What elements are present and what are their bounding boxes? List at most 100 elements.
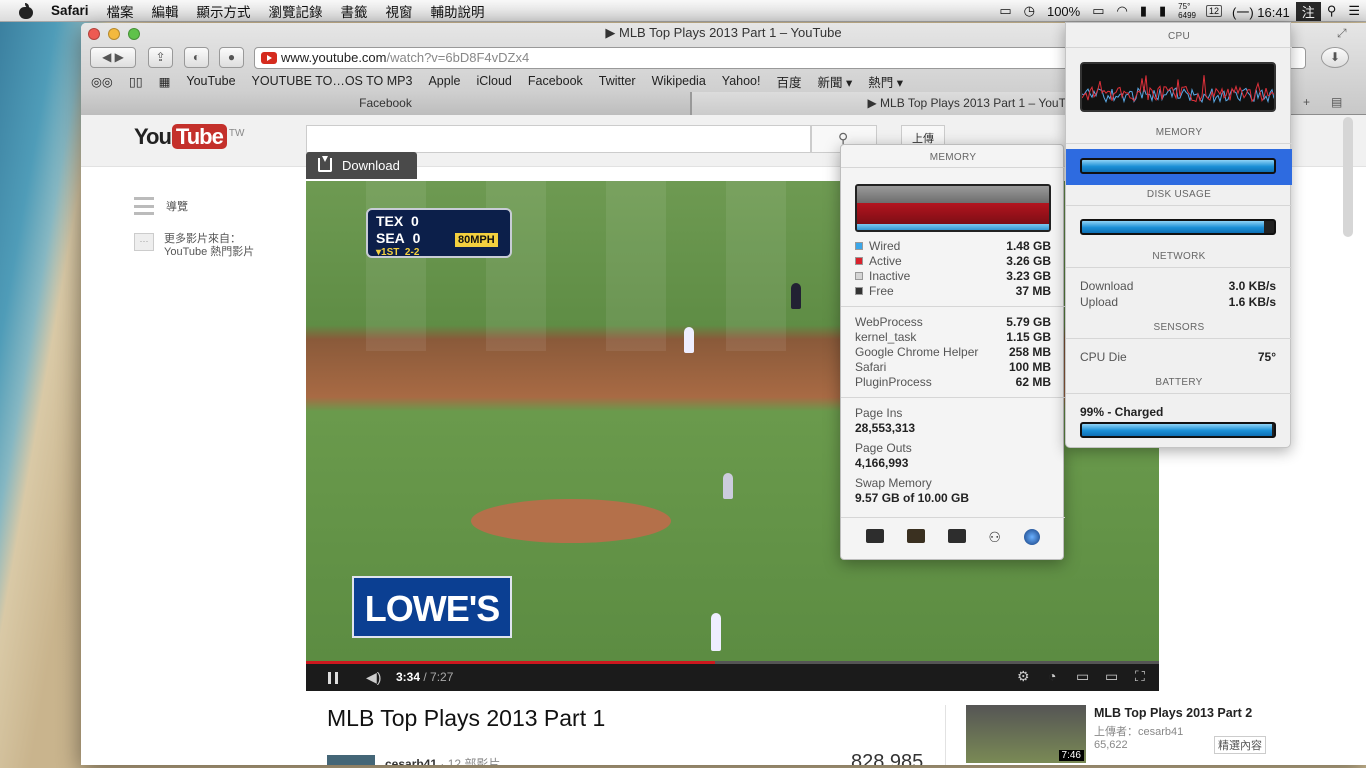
fullscreen-icon[interactable]: ⛶ bbox=[1135, 668, 1145, 685]
search-input[interactable] bbox=[306, 125, 811, 153]
download-button[interactable]: Download bbox=[306, 152, 417, 179]
istat-cpu-icon[interactable]: ▮ bbox=[1134, 3, 1153, 19]
page-outs-value: 4,166,993 bbox=[855, 456, 909, 470]
cpu-die-sensor: CPU Die 75° bbox=[1080, 350, 1276, 364]
reading-list-icon[interactable]: ◎◎ bbox=[81, 74, 121, 89]
bookmark-wikipedia[interactable]: Wikipedia bbox=[644, 74, 714, 88]
bookmark-folder-news[interactable]: 新聞 ▾ bbox=[810, 72, 861, 91]
channel-avatar[interactable] bbox=[327, 755, 375, 765]
bookmark-twitter[interactable]: Twitter bbox=[591, 74, 644, 88]
input-method-icon[interactable]: 注 bbox=[1295, 1, 1321, 21]
menu-edit[interactable]: 編輯 bbox=[143, 1, 188, 21]
battery-bar-fill bbox=[1082, 424, 1273, 436]
disk-header: DISK USAGE bbox=[1146, 189, 1212, 200]
menu-help[interactable]: 輔助說明 bbox=[422, 1, 494, 21]
volume-icon[interactable]: ◀) bbox=[366, 669, 381, 686]
theater-mode-icon[interactable]: ▭ bbox=[1105, 668, 1118, 685]
legend-inactive: Inactive 3.23 GB bbox=[855, 269, 1051, 284]
extension-icon[interactable]: ● bbox=[219, 47, 244, 68]
desktop-edge-text bbox=[1344, 120, 1366, 250]
new-tab-icon[interactable]: + bbox=[1303, 95, 1310, 109]
progress-bar[interactable] bbox=[306, 661, 1159, 664]
spotlight-icon[interactable]: ⚲ bbox=[1321, 3, 1343, 19]
watch-later-icon[interactable]: ◔ bbox=[1048, 668, 1056, 684]
related-thumbnail[interactable]: 7:46 bbox=[966, 705, 1086, 763]
related-title[interactable]: MLB Top Plays 2013 Part 2 bbox=[1094, 706, 1252, 720]
scorebug: TEX 0 SEA 0 80MPH ▾1ST 2-2 bbox=[366, 208, 512, 258]
youtube-favicon-icon bbox=[261, 52, 277, 64]
utility-icons: ⚇ bbox=[841, 529, 1065, 546]
menu-view[interactable]: 顯示方式 bbox=[188, 1, 260, 21]
page-ins-label: Page Ins bbox=[855, 406, 903, 420]
channel-link[interactable]: cesarb41 · 12 部影片 bbox=[385, 755, 500, 765]
process-row: PluginProcess 62 MB bbox=[855, 375, 1051, 389]
network-utility-icon[interactable] bbox=[1023, 529, 1040, 545]
system-info-icon[interactable]: ⚇ bbox=[988, 529, 1001, 546]
settings-gear-icon[interactable]: ⚙ bbox=[1017, 668, 1030, 685]
airplay-icon[interactable]: ▭ bbox=[993, 3, 1017, 19]
battery-percent[interactable]: 100% bbox=[1041, 4, 1086, 19]
guide-label: 導覽 bbox=[166, 201, 188, 213]
bookmarks-book-icon[interactable]: ▯▯ bbox=[121, 74, 151, 89]
clock[interactable]: (一) 16:41 bbox=[1226, 2, 1296, 21]
memory-bar bbox=[1080, 158, 1276, 174]
related-uploader: 上傳者：cesarb41 bbox=[1094, 726, 1184, 738]
istat-panel: CPU MEMORY DISK USAGE NETWORK Download 3.… bbox=[1065, 22, 1292, 448]
menu-file[interactable]: 檔案 bbox=[98, 1, 143, 21]
progress-fill bbox=[306, 661, 716, 664]
network-header: NETWORK bbox=[1152, 251, 1206, 262]
tab-facebook[interactable]: Facebook bbox=[81, 92, 691, 115]
bookmark-facebook[interactable]: Facebook bbox=[520, 74, 591, 88]
process-row: kernel_task 1.15 GB bbox=[855, 330, 1051, 344]
notification-center-icon[interactable]: ☰ bbox=[1342, 3, 1366, 19]
cpu-graph bbox=[1080, 62, 1276, 112]
menu-window[interactable]: 視窗 bbox=[377, 1, 422, 21]
bookmark-baidu[interactable]: 百度 bbox=[768, 72, 809, 91]
bookmark-youtube[interactable]: YouTube bbox=[178, 74, 243, 88]
network-download: Download 3.0 KB/s bbox=[1080, 279, 1276, 293]
fullscreen-icon[interactable]: ⤢ bbox=[1337, 26, 1347, 41]
reader-icon[interactable]: ◐ bbox=[184, 47, 209, 68]
disk-bar-fill bbox=[1082, 221, 1265, 233]
more-from-link[interactable]: ··· 更多影片來自： YouTube 熱門影片 bbox=[134, 233, 254, 259]
pause-icon[interactable] bbox=[328, 672, 338, 684]
top-sites-icon[interactable]: ▦ bbox=[151, 74, 179, 89]
download-label: Download bbox=[342, 158, 400, 173]
calendar-icon[interactable]: 12 bbox=[1205, 5, 1222, 17]
bookmark-apple[interactable]: Apple bbox=[420, 74, 468, 88]
more-from-label: 更多影片來自： YouTube 熱門影片 bbox=[164, 233, 255, 258]
guide-link[interactable]: 導覽 bbox=[134, 197, 188, 215]
related-views: 65,622 bbox=[1094, 739, 1128, 751]
wifi-icon[interactable]: ◠ bbox=[1111, 3, 1134, 19]
download-icon bbox=[318, 156, 332, 172]
sensors-header: SENSORS bbox=[1153, 322, 1205, 333]
process-row: Google Chrome Helper 258 MB bbox=[855, 345, 1051, 359]
small-player-icon[interactable]: ▭ bbox=[1076, 668, 1089, 685]
back-forward-button[interactable]: ◀ ▶ bbox=[90, 47, 136, 68]
disk-bar bbox=[1080, 219, 1276, 235]
apple-menu-icon[interactable] bbox=[18, 2, 34, 19]
more-icon: ··· bbox=[134, 233, 154, 251]
bookmark-folder-popular[interactable]: 熱門 ▾ bbox=[860, 72, 911, 91]
istat-memory-icon[interactable]: ▮ bbox=[1153, 3, 1172, 19]
menu-bar: Safari 檔案 編輯 顯示方式 瀏覽記錄 書籤 視窗 輔助說明 ▭ ◷ 10… bbox=[0, 0, 1366, 22]
tab-overview-icon[interactable]: ▤ bbox=[1331, 95, 1342, 109]
downloads-icon[interactable]: ⬇ bbox=[1321, 47, 1349, 68]
network-upload: Upload 1.6 KB/s bbox=[1080, 295, 1276, 309]
page-outs-label: Page Outs bbox=[855, 441, 912, 455]
time-machine-icon[interactable]: ◷ bbox=[1018, 3, 1041, 19]
youtube-logo[interactable]: You Tube TW bbox=[134, 124, 244, 150]
bookmark-icloud[interactable]: iCloud bbox=[468, 74, 519, 88]
menu-bookmarks[interactable]: 書籤 bbox=[332, 1, 377, 21]
menu-history[interactable]: 瀏覽記錄 bbox=[260, 1, 332, 21]
bookmark-yahoo[interactable]: Yahoo! bbox=[714, 74, 769, 88]
bookmark-youtube-to-mp3[interactable]: YOUTUBE TO…OS TO MP3 bbox=[244, 74, 421, 88]
istat-sensors-readout[interactable]: 75° 6499 bbox=[1172, 2, 1202, 20]
share-icon[interactable]: ⇪ bbox=[148, 47, 173, 68]
menu-app-name[interactable]: Safari bbox=[42, 3, 98, 18]
console-icon[interactable] bbox=[907, 529, 926, 543]
activity-monitor-icon[interactable] bbox=[866, 529, 885, 543]
battery-icon[interactable]: ▭ bbox=[1086, 3, 1110, 19]
player-controls: ◀) 3:34 / 7:27 ⚙ ◔ ▭ ▭ ⛶ bbox=[306, 661, 1159, 691]
terminal-icon[interactable] bbox=[947, 529, 966, 543]
